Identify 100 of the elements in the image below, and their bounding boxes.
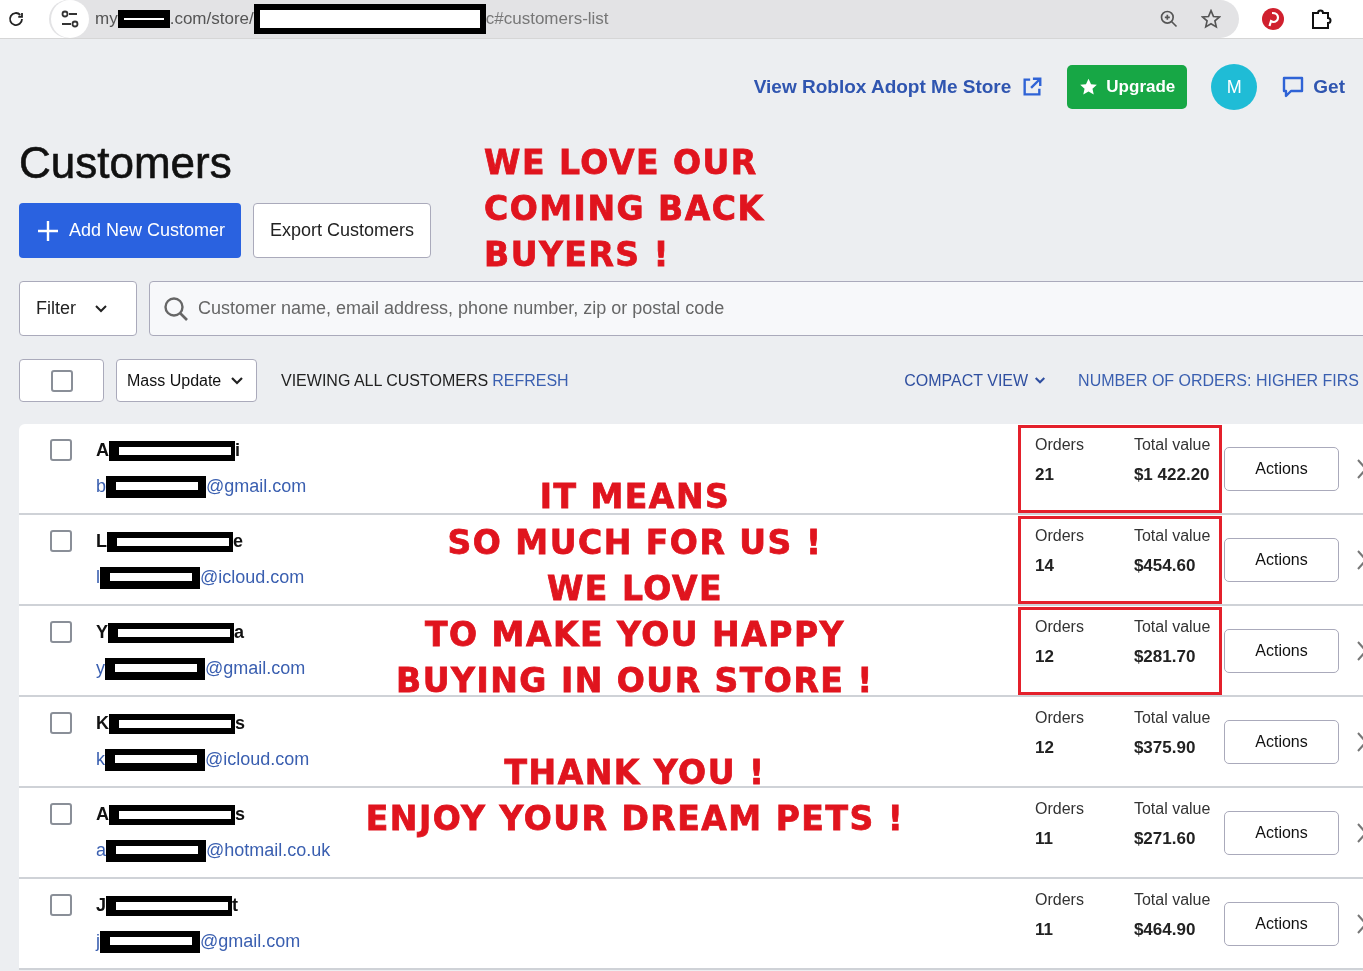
- export-button[interactable]: Export Customers: [253, 203, 432, 258]
- row-checkbox[interactable]: [50, 439, 72, 461]
- customer-name: i: [235, 440, 240, 461]
- orders-label: Orders: [1035, 435, 1084, 454]
- annotation-text: WE LOVE: [546, 569, 723, 608]
- total-label: Total value: [1133, 708, 1211, 727]
- total-value: $281.70: [1133, 646, 1197, 667]
- actions-button[interactable]: Actions: [1224, 537, 1339, 582]
- customer-email[interactable]: @gmail.com: [206, 476, 307, 497]
- orders-label: Orders: [1035, 617, 1084, 636]
- refresh-link[interactable]: REFRESH: [492, 371, 569, 390]
- customer-name: s: [235, 713, 245, 734]
- actions-button[interactable]: Actions: [1224, 719, 1339, 764]
- customer-row[interactable]: J t j @gmail.com Orders 11 Total value $464.90 Actions: [19, 879, 1363, 970]
- orders-label: Orders: [1035, 890, 1084, 909]
- customer-name: Y: [96, 622, 108, 643]
- url-text: .com/store/: [169, 9, 254, 29]
- search-icon: [163, 296, 189, 322]
- customer-name: A: [96, 804, 109, 825]
- view-mode-dropdown[interactable]: COMPACT VIEW: [904, 371, 1047, 390]
- customer-email[interactable]: @gmail.com: [200, 931, 301, 952]
- select-all-checkbox[interactable]: [19, 359, 104, 402]
- customer-name: a: [234, 622, 245, 643]
- total-label: Total value: [1133, 435, 1211, 454]
- customer-email[interactable]: b: [96, 476, 106, 497]
- site-settings-icon[interactable]: [51, 0, 89, 38]
- external-link-icon: [1021, 76, 1044, 98]
- sort-dropdown[interactable]: NUMBER OF ORDERS: HIGHER FIRS: [1078, 371, 1359, 390]
- customer-name: e: [233, 531, 243, 552]
- total-value: $375.90: [1133, 737, 1197, 758]
- customer-email[interactable]: k: [96, 749, 105, 770]
- orders-count: 11: [1035, 828, 1054, 849]
- customer-name: J: [96, 895, 106, 916]
- annotation-text: BUYING IN OUR STORE !: [396, 661, 874, 700]
- total-label: Total value: [1133, 799, 1211, 818]
- redaction-bar: [117, 10, 170, 28]
- annotation-text: ENJOY YOUR DREAM PETS !: [365, 799, 905, 838]
- viewing-label: VIEWING ALL CUSTOMERS: [281, 371, 489, 390]
- total-value: $464.90: [1133, 919, 1197, 940]
- customer-email[interactable]: a: [96, 840, 106, 861]
- chevron-down-icon: [94, 303, 108, 314]
- chevron-down-icon: [1034, 376, 1047, 385]
- row-checkbox[interactable]: [50, 621, 72, 643]
- total-value: $454.60: [1133, 555, 1197, 576]
- puzzle-icon[interactable]: [1309, 7, 1333, 31]
- search-field[interactable]: Customer name, email address, phone number, zip or postal code: [149, 281, 1363, 336]
- plus-icon: [37, 219, 59, 242]
- customer-email[interactable]: @gmail.com: [205, 658, 306, 679]
- customer-email[interactable]: l: [96, 567, 100, 588]
- page-title: Customers: [19, 137, 232, 189]
- orders-label: Orders: [1035, 708, 1084, 727]
- total-value: $1 422.20: [1133, 464, 1211, 485]
- reload-icon[interactable]: [7, 10, 25, 28]
- customer-name: K: [96, 713, 109, 734]
- zoom-icon[interactable]: [1159, 9, 1179, 29]
- customer-email[interactable]: @hotmail.co.uk: [206, 840, 331, 861]
- customer-email[interactable]: @icloud.com: [200, 567, 305, 588]
- orders-count: 12: [1035, 737, 1055, 758]
- row-checkbox[interactable]: [50, 530, 72, 552]
- annotation-text: IT MEANS: [539, 477, 731, 516]
- orders-label: Orders: [1035, 526, 1084, 545]
- total-label: Total value: [1133, 890, 1211, 909]
- total-label: Total value: [1133, 617, 1211, 636]
- actions-button[interactable]: Actions: [1224, 810, 1339, 855]
- customer-email[interactable]: y: [96, 658, 105, 679]
- orders-count: 12: [1035, 646, 1055, 667]
- row-checkbox[interactable]: [50, 803, 72, 825]
- help-link[interactable]: Get: [1281, 75, 1345, 99]
- row-checkbox[interactable]: [50, 894, 72, 916]
- url-text: c#customers-list: [485, 9, 609, 29]
- mass-update-dropdown[interactable]: Mass Update: [116, 359, 257, 402]
- customer-name: A: [96, 440, 109, 461]
- orders-count: 11: [1035, 919, 1054, 940]
- customer-email[interactable]: j: [96, 931, 100, 952]
- annotation-text: SO MUCH FOR US !: [447, 523, 823, 562]
- actions-button[interactable]: Actions: [1224, 901, 1339, 946]
- annotation-text: COMING BACK: [484, 189, 765, 228]
- address-bar[interactable]: my .com/store/ c#customers-list: [49, 0, 1239, 38]
- filter-dropdown[interactable]: Filter: [19, 281, 137, 336]
- orders-label: Orders: [1035, 799, 1084, 818]
- annotation-text: WE LOVE OUR: [484, 143, 758, 182]
- store-link[interactable]: View Roblox Adopt Me Store: [753, 76, 1044, 98]
- annotation-text: TO MAKE YOU HAPPY: [425, 615, 845, 654]
- actions-button[interactable]: Actions: [1224, 628, 1339, 673]
- annotation-text: BUYERS !: [484, 235, 671, 274]
- annotation-text: THANK YOU !: [504, 753, 766, 792]
- url-text: my: [95, 9, 118, 29]
- customer-name: t: [232, 895, 238, 916]
- actions-button[interactable]: Actions: [1224, 446, 1339, 491]
- pin-extension-icon[interactable]: [1261, 7, 1285, 31]
- star-icon[interactable]: [1201, 9, 1221, 29]
- chevron-down-icon: [230, 375, 244, 386]
- add-customer-button[interactable]: Add New Customer: [19, 203, 242, 258]
- total-value: $271.60: [1133, 828, 1197, 849]
- customer-name: s: [235, 804, 245, 825]
- orders-count: 21: [1035, 464, 1055, 485]
- chat-icon: [1281, 75, 1306, 99]
- customer-name: L: [96, 531, 107, 552]
- customer-email[interactable]: @icloud.com: [205, 749, 310, 770]
- row-checkbox[interactable]: [50, 712, 72, 734]
